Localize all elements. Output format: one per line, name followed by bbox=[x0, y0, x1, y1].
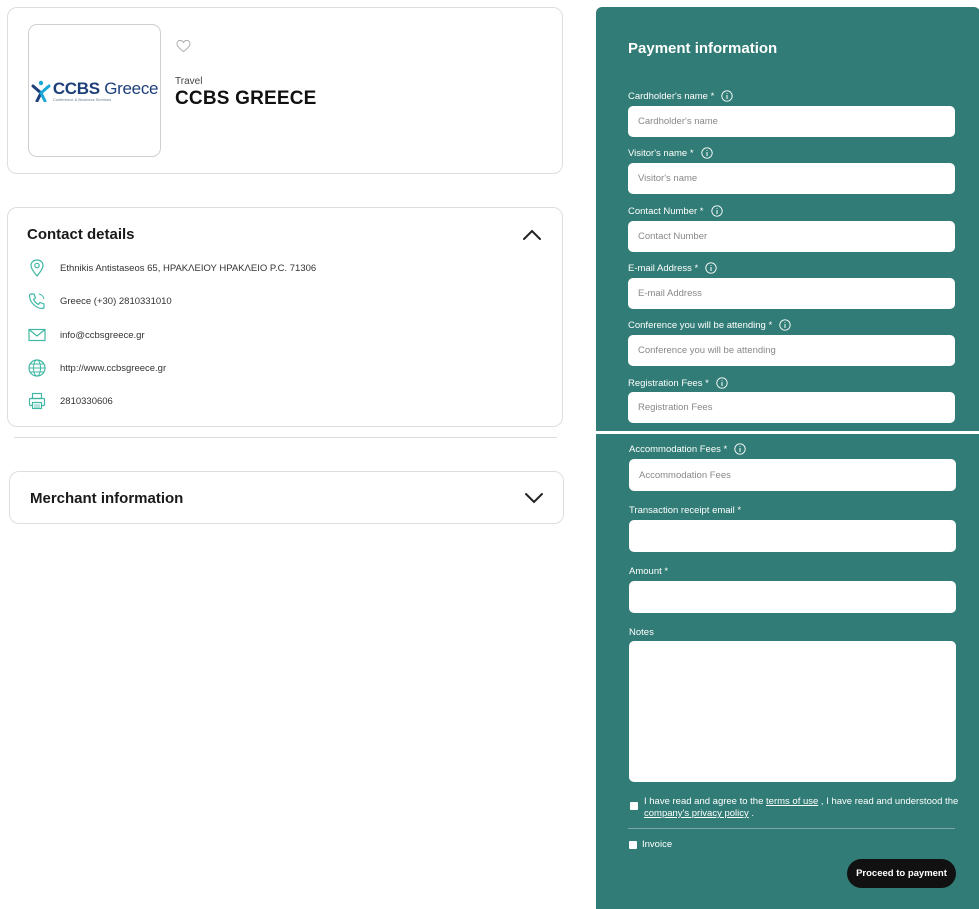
merchant-information-card[interactable]: Merchant information bbox=[9, 471, 564, 524]
receipt-email-input[interactable] bbox=[629, 520, 956, 552]
registration-fees-label: Registration Fees * bbox=[628, 377, 728, 389]
registration-fees-input[interactable]: Registration Fees bbox=[628, 392, 955, 423]
globe-icon bbox=[28, 359, 46, 377]
info-icon[interactable] bbox=[721, 90, 733, 102]
email-address-input[interactable]: E-mail Address bbox=[628, 278, 955, 309]
contact-details-title: Contact details bbox=[27, 226, 135, 243]
notes-textarea[interactable] bbox=[629, 641, 956, 782]
contact-number-label: Contact Number * bbox=[628, 205, 723, 217]
info-icon[interactable] bbox=[734, 443, 746, 455]
email-address-label: E-mail Address * bbox=[628, 262, 717, 274]
cardholder-name-label: Cardholder's name * bbox=[628, 90, 733, 102]
payment-panel-bottom: Accommodation Fees * Accommodation Fees … bbox=[596, 434, 979, 909]
contact-email: info@ccbsgreece.gr bbox=[27, 325, 145, 345]
receipt-email-label: Transaction receipt email * bbox=[629, 505, 742, 516]
contact-phone: Greece (+30) 2810331010 bbox=[27, 291, 172, 311]
merchant-card: CCBS Greece Conference & Business Servic… bbox=[7, 7, 563, 174]
chevron-down-icon[interactable] bbox=[524, 492, 544, 504]
favorite-heart-icon[interactable] bbox=[176, 39, 191, 53]
notes-label: Notes bbox=[629, 627, 654, 638]
location-pin-icon bbox=[30, 259, 44, 277]
info-icon[interactable] bbox=[705, 262, 717, 274]
visitor-name-label: Visitor's name * bbox=[628, 147, 713, 159]
privacy-policy-link[interactable]: company's privacy policy bbox=[644, 808, 749, 819]
payment-panel-top: Payment information Cardholder's name * … bbox=[596, 7, 979, 431]
merchant-logo: CCBS Greece Conference & Business Servic… bbox=[28, 24, 161, 157]
contact-number-input[interactable]: Contact Number bbox=[628, 221, 955, 252]
proceed-to-payment-button[interactable]: Proceed to payment bbox=[847, 859, 956, 888]
conference-label: Conference you will be attending * bbox=[628, 319, 791, 331]
merchant-category: Travel bbox=[175, 76, 203, 87]
phone-icon bbox=[28, 293, 45, 310]
terms-of-use-link[interactable]: terms of use bbox=[766, 796, 818, 807]
cardholder-name-input[interactable]: Cardholder's name bbox=[628, 106, 955, 137]
terms-checkbox[interactable] bbox=[630, 802, 638, 810]
terms-agreement-text: I have read and agree to the terms of us… bbox=[644, 796, 959, 819]
chevron-up-icon[interactable] bbox=[522, 229, 542, 241]
info-icon[interactable] bbox=[779, 319, 791, 331]
invoice-label: Invoice bbox=[642, 839, 673, 850]
accommodation-fees-label: Accommodation Fees * bbox=[629, 443, 746, 455]
info-icon[interactable] bbox=[710, 205, 723, 217]
info-icon[interactable] bbox=[700, 147, 713, 159]
contact-details-card: Contact details Ethnikis Antistaseos 65,… bbox=[7, 207, 563, 427]
info-icon[interactable] bbox=[716, 377, 728, 389]
accommodation-fees-input[interactable]: Accommodation Fees bbox=[629, 459, 956, 491]
merchant-name: CCBS GREECE bbox=[175, 88, 317, 109]
payment-title: Payment information bbox=[628, 40, 778, 57]
printer-icon bbox=[28, 392, 46, 410]
invoice-checkbox[interactable] bbox=[629, 841, 637, 849]
conference-input[interactable]: Conference you will be attending bbox=[628, 335, 955, 366]
amount-label: Amount * bbox=[629, 566, 669, 577]
contact-address: Ethnikis Antistaseos 65, ΗΡΑΚΛΕΙΟΥ ΗΡΑΚΛ… bbox=[27, 258, 316, 278]
mail-icon bbox=[28, 328, 46, 342]
visitor-name-input[interactable]: Visitor's name bbox=[628, 163, 955, 194]
contact-fax: 2810330606 bbox=[27, 391, 113, 411]
ccbs-logo-icon bbox=[31, 80, 51, 102]
merchant-information-title: Merchant information bbox=[30, 490, 184, 507]
contact-website: http://www.ccbsgreece.gr bbox=[27, 358, 166, 378]
form-separator bbox=[628, 828, 955, 829]
section-divider bbox=[14, 437, 557, 438]
amount-input[interactable] bbox=[629, 581, 956, 613]
